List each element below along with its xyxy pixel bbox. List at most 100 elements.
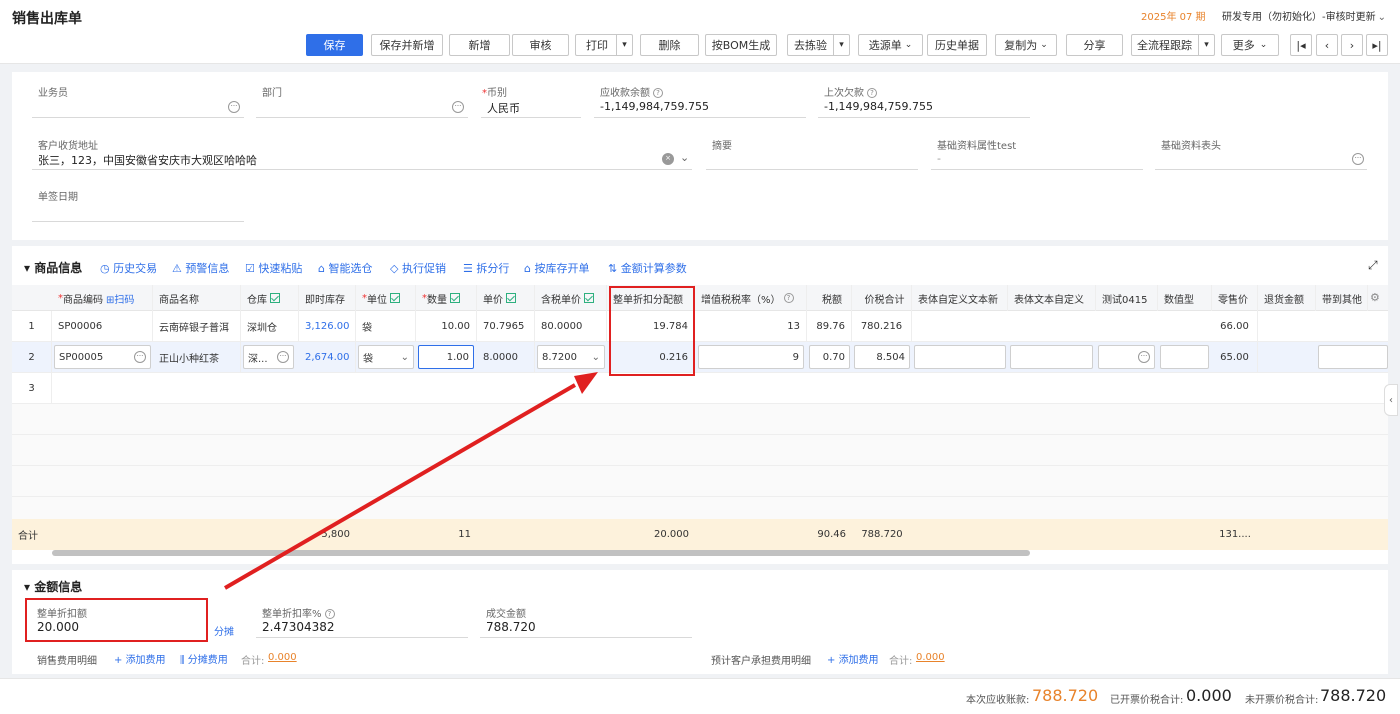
history-trade-link[interactable]: ◷ 历史交易 (100, 260, 157, 276)
more-dots-icon[interactable]: ··· (228, 101, 240, 113)
summary-field[interactable] (706, 169, 918, 170)
stock-order-link[interactable]: ⌂ 按库存开单 (524, 260, 589, 276)
copy-as-button[interactable]: 复制为 ⌄ (995, 34, 1057, 56)
col-total[interactable]: 价税合计 (852, 285, 912, 311)
checkbox-icon[interactable] (584, 293, 594, 303)
col-tax-price[interactable]: 含税单价 (535, 285, 607, 311)
smart-warehouse-link[interactable]: ⌂ 智能选仓 (318, 260, 372, 276)
col-bring-other[interactable]: 带到其他 (1316, 285, 1368, 311)
scan-link[interactable]: ⊞扫码 (106, 291, 134, 306)
cell-unit[interactable]: 袋 (356, 311, 416, 342)
code-input[interactable]: SP00005 ··· (54, 345, 151, 369)
share-button[interactable]: 分享 (1066, 34, 1123, 56)
more-button[interactable]: 更多 ⌄ (1221, 34, 1279, 56)
cell-stock[interactable]: 2,674.00 (299, 342, 356, 373)
dept-field[interactable] (256, 117, 468, 118)
bring-other-input[interactable] (1318, 345, 1388, 369)
cell-total[interactable]: 780.216 (852, 311, 912, 342)
chevron-down-icon[interactable]: ▾ (616, 35, 632, 55)
cell-tax-rate[interactable]: 13 (695, 311, 807, 342)
col-stock[interactable]: 即时库存 (299, 285, 356, 311)
col-tax[interactable]: 税额 (807, 285, 852, 311)
split-link[interactable]: 分摊 (214, 623, 234, 638)
basic-header-field[interactable] (1155, 169, 1367, 170)
chevron-down-icon[interactable]: ⌄ (680, 151, 689, 164)
table-row[interactable] (12, 373, 1388, 404)
cell-stock[interactable]: 3,126.00 (299, 311, 356, 342)
first-page-icon[interactable]: |◂ (1290, 34, 1312, 56)
cell-price[interactable]: 8.0000 (477, 342, 535, 373)
more-dots-icon[interactable]: ··· (277, 351, 289, 363)
unit-select[interactable]: 袋 ⌄ (358, 345, 414, 369)
add-fee-link[interactable]: + 添加费用 (114, 651, 166, 666)
amount-params-link[interactable]: ⇅ 金额计算参数 (608, 260, 687, 276)
cell-warehouse[interactable]: 深圳仓 (241, 311, 299, 342)
bom-generate-button[interactable]: 按BOM生成 (705, 34, 777, 56)
quick-paste-link[interactable]: ☑ 快速粘贴 (245, 260, 302, 276)
custom-text-input[interactable] (1010, 345, 1093, 369)
cell-tax[interactable]: 89.76 (807, 311, 852, 342)
address-value[interactable]: 张三，123，中国安徽省安庆市大观区哈哈哈 (38, 152, 257, 168)
col-test0415[interactable]: 测试0415 (1096, 285, 1158, 311)
side-collapse-icon[interactable]: ‹ (1384, 384, 1398, 416)
period-indicator[interactable]: 2025年 07 期 (1141, 8, 1206, 23)
cell-tax-price[interactable]: 80.0000 (535, 311, 607, 342)
checkbox-icon[interactable] (506, 293, 516, 303)
col-custom-text-new[interactable]: 表体自定义文本新 (912, 285, 1008, 311)
pick-button[interactable]: 去拣验 ▾ (787, 34, 850, 56)
trace-button[interactable]: 全流程跟踪 ▾ (1131, 34, 1215, 56)
audit-button[interactable]: 审核 (512, 34, 569, 56)
question-icon[interactable]: ? (867, 88, 877, 98)
col-return-amount[interactable]: 退货金额 (1258, 285, 1316, 311)
sign-date-field[interactable] (32, 221, 244, 222)
numeric-input[interactable] (1160, 345, 1209, 369)
qty-input[interactable]: 1.00 (418, 345, 474, 369)
warehouse-input[interactable]: 深... ··· (243, 345, 294, 369)
fullscreen-icon[interactable]: ⤢ (1368, 258, 1378, 273)
cell-price[interactable]: 70.7965 (477, 311, 535, 342)
custom-text-new-input[interactable] (914, 345, 1006, 369)
question-icon[interactable]: ? (324, 609, 335, 619)
next-icon[interactable]: › (1341, 34, 1363, 56)
question-icon[interactable]: ? (783, 293, 794, 303)
more-dots-icon[interactable]: ··· (134, 351, 146, 363)
clear-icon[interactable]: × (662, 153, 674, 165)
horizontal-scrollbar[interactable] (52, 550, 1030, 556)
prev-icon[interactable]: ‹ (1316, 34, 1338, 56)
tax-rate-input[interactable]: 9 (698, 345, 804, 369)
org-selector[interactable]: 研发专用（勿初始化）-审核时更新 ⌄ (1222, 8, 1386, 23)
checkbox-icon[interactable] (390, 293, 400, 303)
settings-icon[interactable]: ⚙ (1370, 291, 1380, 304)
delete-button[interactable]: 删除 (640, 34, 699, 56)
total-input[interactable]: 8.504 (854, 345, 910, 369)
cell-qty[interactable]: 10.00 (416, 311, 477, 342)
split-row-link[interactable]: ☰ 拆分行 (463, 260, 509, 276)
col-code[interactable]: * 商品编码 ⊞扫码 (52, 285, 153, 311)
cell-name[interactable]: 云南碎银子普洱 (153, 311, 241, 342)
customer-fee-subtotal-value[interactable]: 0.000 (916, 652, 945, 663)
col-name[interactable]: 商品名称 (153, 285, 241, 311)
save-and-new-button[interactable]: 保存并新增 (371, 34, 443, 56)
discount-rate-value[interactable]: 2.47304382 (262, 620, 335, 634)
salesman-field[interactable] (32, 117, 244, 118)
col-custom-text[interactable]: 表体文本自定义 (1008, 285, 1096, 311)
add-customer-fee-link[interactable]: + 添加费用 (827, 651, 879, 666)
currency-value[interactable]: 人民币 (487, 100, 520, 116)
history-button[interactable]: 历史单据 (927, 34, 987, 56)
warning-info-link[interactable]: ⚠ 预警信息 (172, 260, 229, 276)
checkbox-icon[interactable] (270, 293, 280, 303)
col-price[interactable]: 单价 (477, 285, 535, 311)
col-qty[interactable]: * 数量 (416, 285, 477, 311)
promotion-link[interactable]: ◇ 执行促销 (390, 260, 446, 276)
checkbox-icon[interactable] (450, 293, 460, 303)
cell-retail[interactable]: 65.00 (1212, 342, 1258, 373)
tax-input[interactable]: 0.70 (809, 345, 850, 369)
more-dots-icon[interactable]: ··· (452, 101, 464, 113)
col-unit[interactable]: * 单位 (356, 285, 416, 311)
more-dots-icon[interactable]: ··· (1352, 153, 1364, 165)
split-fee-link[interactable]: ⫼ 分摊费用 (180, 651, 228, 666)
question-icon[interactable]: ? (653, 88, 663, 98)
cell-name[interactable]: 正山小种红茶 (153, 342, 241, 373)
save-button[interactable]: 保存 (306, 34, 363, 56)
chevron-down-icon[interactable]: ▾ (833, 35, 849, 55)
